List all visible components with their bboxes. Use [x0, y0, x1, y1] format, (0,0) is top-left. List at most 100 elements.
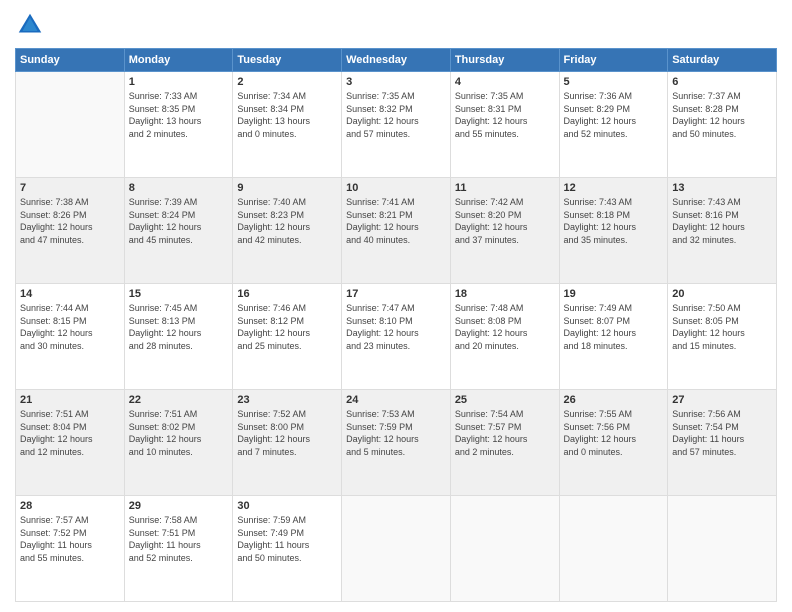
calendar-cell: 24 Sunrise: 7:53 AM Sunset: 7:59 PM Dayli…: [342, 390, 451, 496]
calendar-week-row: 7Sunrise: 7:38 AM Sunset: 8:26 PM Daylig…: [16, 178, 777, 284]
calendar-cell: [668, 496, 777, 602]
day-info: Sunrise: 7:37 AM Sunset: 8:28 PM Dayligh…: [672, 90, 772, 140]
day-info: Sunrise: 7:43 AM Sunset: 8:18 PM Dayligh…: [564, 196, 664, 246]
day-number: 4: [455, 76, 555, 88]
calendar-cell: 27 Sunrise: 7:56 AM Sunset: 7:54 PM Dayli…: [668, 390, 777, 496]
day-number: 29: [129, 500, 229, 512]
day-number: 10: [346, 182, 446, 194]
day-info: Sunrise: 7:45 AM Sunset: 8:13 PM Dayligh…: [129, 302, 229, 352]
day-number: 25: [455, 394, 555, 406]
calendar-week-row: 28 Sunrise: 7:57 AM Sunset: 7:52 PM Dayli…: [16, 496, 777, 602]
day-info: Sunrise: 7:41 AM Sunset: 8:21 PM Dayligh…: [346, 196, 446, 246]
calendar-cell: 2 Sunrise: 7:34 AM Sunset: 8:34 PM Daylig…: [233, 72, 342, 178]
day-info: Sunrise: 7:34 AM Sunset: 8:34 PM Dayligh…: [237, 90, 337, 140]
day-info: Sunrise: 7:44 AM Sunset: 8:15 PM Dayligh…: [20, 302, 120, 352]
day-info: Sunrise: 7:33 AM Sunset: 8:35 PM Dayligh…: [129, 90, 229, 140]
calendar-cell: 6Sunrise: 7:37 AM Sunset: 8:28 PM Daylig…: [668, 72, 777, 178]
day-number: 7: [20, 182, 120, 194]
calendar-cell: 12 Sunrise: 7:43 AM Sunset: 8:18 PM Dayli…: [559, 178, 668, 284]
header: [15, 10, 777, 40]
day-number: 12: [564, 182, 664, 194]
day-number: 20: [672, 288, 772, 300]
day-number: 30: [237, 500, 337, 512]
calendar-cell: 20 Sunrise: 7:50 AM Sunset: 8:05 PM Dayli…: [668, 284, 777, 390]
calendar-cell: 7Sunrise: 7:38 AM Sunset: 8:26 PM Daylig…: [16, 178, 125, 284]
calendar-cell: 23Sunrise: 7:52 AM Sunset: 8:00 PM Dayli…: [233, 390, 342, 496]
weekday-header-saturday: Saturday: [668, 49, 777, 72]
day-number: 9: [237, 182, 337, 194]
day-number: 11: [455, 182, 555, 194]
day-info: Sunrise: 7:59 AM Sunset: 7:49 PM Dayligh…: [237, 514, 337, 564]
day-number: 15: [129, 288, 229, 300]
day-info: Sunrise: 7:57 AM Sunset: 7:52 PM Dayligh…: [20, 514, 120, 564]
weekday-header-monday: Monday: [124, 49, 233, 72]
day-number: 19: [564, 288, 664, 300]
day-info: Sunrise: 7:51 AM Sunset: 8:02 PM Dayligh…: [129, 408, 229, 458]
day-number: 18: [455, 288, 555, 300]
calendar-cell: 18 Sunrise: 7:48 AM Sunset: 8:08 PM Dayli…: [450, 284, 559, 390]
day-info: Sunrise: 7:43 AM Sunset: 8:16 PM Dayligh…: [672, 196, 772, 246]
day-number: 14: [20, 288, 120, 300]
day-info: Sunrise: 7:56 AM Sunset: 7:54 PM Dayligh…: [672, 408, 772, 458]
calendar-cell: [342, 496, 451, 602]
logo: [15, 10, 49, 40]
calendar-cell: 3 Sunrise: 7:35 AM Sunset: 8:32 PM Daylig…: [342, 72, 451, 178]
calendar-week-row: 1 Sunrise: 7:33 AM Sunset: 8:35 PM Daylig…: [16, 72, 777, 178]
day-number: 13: [672, 182, 772, 194]
day-number: 22: [129, 394, 229, 406]
day-info: Sunrise: 7:36 AM Sunset: 8:29 PM Dayligh…: [564, 90, 664, 140]
calendar-cell: 17 Sunrise: 7:47 AM Sunset: 8:10 PM Dayli…: [342, 284, 451, 390]
calendar-cell: [450, 496, 559, 602]
calendar-cell: 22 Sunrise: 7:51 AM Sunset: 8:02 PM Dayli…: [124, 390, 233, 496]
weekday-header-sunday: Sunday: [16, 49, 125, 72]
page: SundayMondayTuesdayWednesdayThursdayFrid…: [0, 0, 792, 612]
day-info: Sunrise: 7:55 AM Sunset: 7:56 PM Dayligh…: [564, 408, 664, 458]
day-number: 24: [346, 394, 446, 406]
day-number: 21: [20, 394, 120, 406]
calendar-cell: 29Sunrise: 7:58 AM Sunset: 7:51 PM Dayli…: [124, 496, 233, 602]
day-info: Sunrise: 7:46 AM Sunset: 8:12 PM Dayligh…: [237, 302, 337, 352]
day-number: 3: [346, 76, 446, 88]
weekday-header-thursday: Thursday: [450, 49, 559, 72]
day-number: 26: [564, 394, 664, 406]
calendar-cell: 8Sunrise: 7:39 AM Sunset: 8:24 PM Daylig…: [124, 178, 233, 284]
day-number: 16: [237, 288, 337, 300]
calendar-week-row: 14 Sunrise: 7:44 AM Sunset: 8:15 PM Dayli…: [16, 284, 777, 390]
calendar-cell: 14 Sunrise: 7:44 AM Sunset: 8:15 PM Dayli…: [16, 284, 125, 390]
day-number: 2: [237, 76, 337, 88]
day-number: 17: [346, 288, 446, 300]
calendar-cell: [16, 72, 125, 178]
day-number: 27: [672, 394, 772, 406]
weekday-header-wednesday: Wednesday: [342, 49, 451, 72]
calendar-cell: [559, 496, 668, 602]
day-number: 28: [20, 500, 120, 512]
day-info: Sunrise: 7:40 AM Sunset: 8:23 PM Dayligh…: [237, 196, 337, 246]
calendar-cell: 4 Sunrise: 7:35 AM Sunset: 8:31 PM Daylig…: [450, 72, 559, 178]
calendar-cell: 26 Sunrise: 7:55 AM Sunset: 7:56 PM Dayli…: [559, 390, 668, 496]
day-info: Sunrise: 7:35 AM Sunset: 8:31 PM Dayligh…: [455, 90, 555, 140]
day-info: Sunrise: 7:47 AM Sunset: 8:10 PM Dayligh…: [346, 302, 446, 352]
calendar-cell: 11 Sunrise: 7:42 AM Sunset: 8:20 PM Dayli…: [450, 178, 559, 284]
day-info: Sunrise: 7:51 AM Sunset: 8:04 PM Dayligh…: [20, 408, 120, 458]
calendar-cell: 13 Sunrise: 7:43 AM Sunset: 8:16 PM Dayli…: [668, 178, 777, 284]
day-info: Sunrise: 7:42 AM Sunset: 8:20 PM Dayligh…: [455, 196, 555, 246]
calendar-cell: 25 Sunrise: 7:54 AM Sunset: 7:57 PM Dayli…: [450, 390, 559, 496]
calendar-cell: 9 Sunrise: 7:40 AM Sunset: 8:23 PM Daylig…: [233, 178, 342, 284]
day-info: Sunrise: 7:48 AM Sunset: 8:08 PM Dayligh…: [455, 302, 555, 352]
calendar-cell: 1 Sunrise: 7:33 AM Sunset: 8:35 PM Daylig…: [124, 72, 233, 178]
day-number: 5: [564, 76, 664, 88]
day-info: Sunrise: 7:50 AM Sunset: 8:05 PM Dayligh…: [672, 302, 772, 352]
calendar-cell: 15 Sunrise: 7:45 AM Sunset: 8:13 PM Dayli…: [124, 284, 233, 390]
calendar-cell: 19 Sunrise: 7:49 AM Sunset: 8:07 PM Dayli…: [559, 284, 668, 390]
day-info: Sunrise: 7:54 AM Sunset: 7:57 PM Dayligh…: [455, 408, 555, 458]
day-info: Sunrise: 7:35 AM Sunset: 8:32 PM Dayligh…: [346, 90, 446, 140]
logo-icon: [15, 10, 45, 40]
calendar-week-row: 21 Sunrise: 7:51 AM Sunset: 8:04 PM Dayli…: [16, 390, 777, 496]
day-info: Sunrise: 7:49 AM Sunset: 8:07 PM Dayligh…: [564, 302, 664, 352]
day-number: 8: [129, 182, 229, 194]
day-info: Sunrise: 7:53 AM Sunset: 7:59 PM Dayligh…: [346, 408, 446, 458]
weekday-header-tuesday: Tuesday: [233, 49, 342, 72]
calendar-cell: 16 Sunrise: 7:46 AM Sunset: 8:12 PM Dayli…: [233, 284, 342, 390]
calendar-cell: 10 Sunrise: 7:41 AM Sunset: 8:21 PM Dayli…: [342, 178, 451, 284]
day-number: 1: [129, 76, 229, 88]
